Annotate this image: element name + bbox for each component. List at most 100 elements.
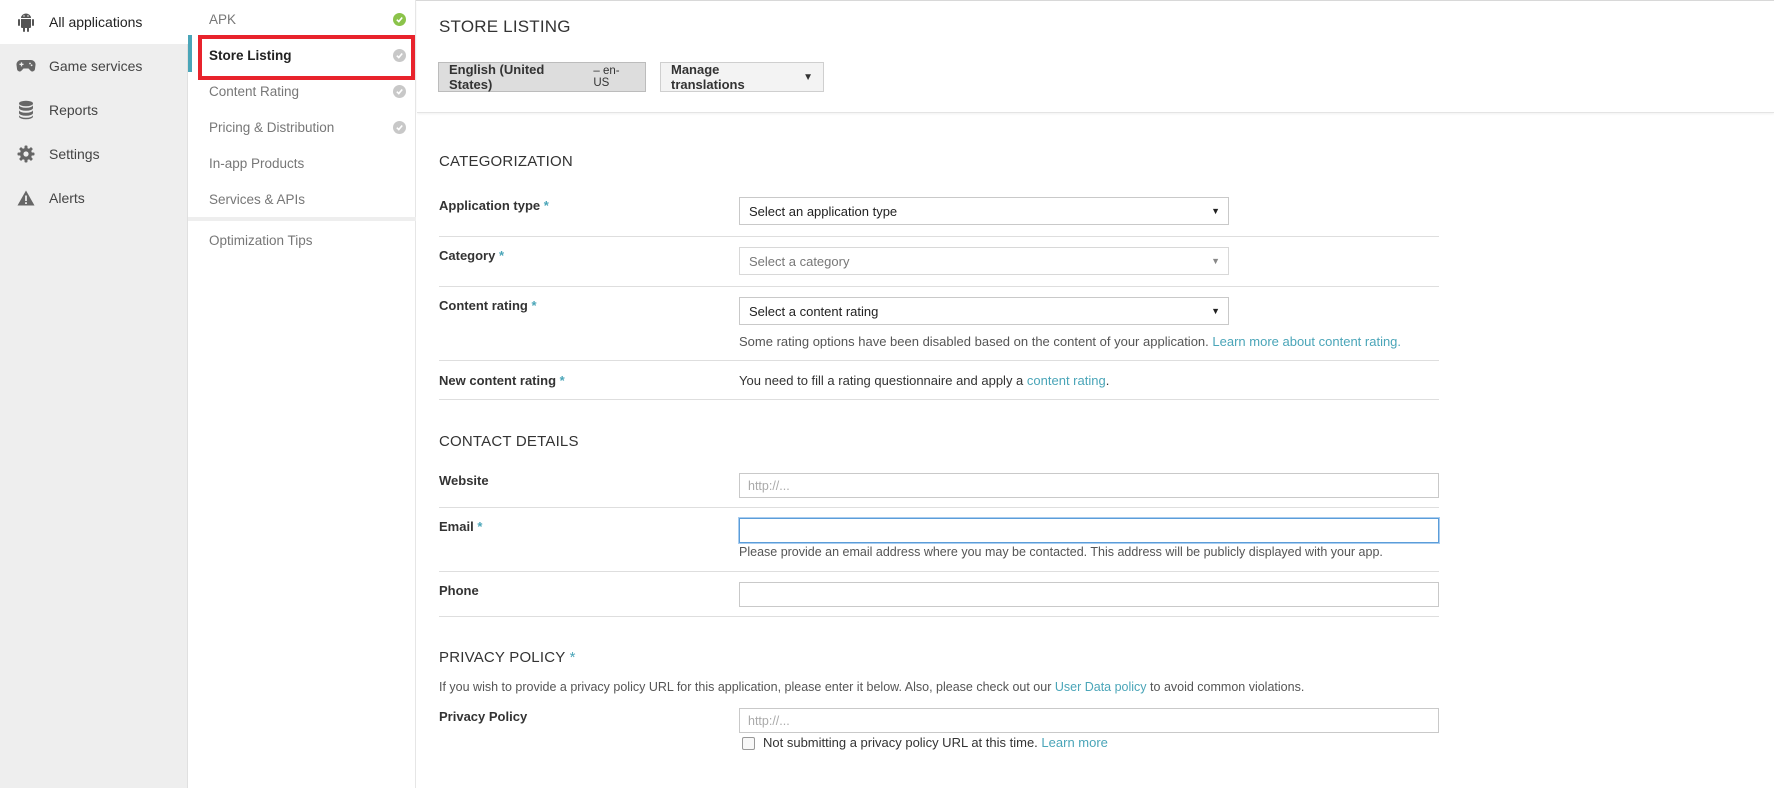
select-value: Select an application type — [749, 203, 898, 219]
required-marker: * — [559, 373, 565, 388]
privacy-policy-input[interactable] — [739, 708, 1439, 733]
label-text: Content rating — [439, 298, 528, 313]
manage-translations-button[interactable]: Manage translations ▼ — [660, 62, 824, 92]
divider — [439, 507, 1439, 508]
privacy-policy-title: PRIVACY POLICY * — [439, 649, 576, 666]
privacy-policy-label: Privacy Policy — [439, 709, 527, 724]
subnav-optimization-tips[interactable]: Optimization Tips — [188, 222, 416, 258]
no-privacy-policy-checkbox[interactable] — [742, 737, 755, 750]
primary-sidebar: All applications Game services Reports S… — [0, 0, 188, 788]
page-title: STORE LISTING — [439, 17, 571, 36]
subnav-pricing-distribution[interactable]: Pricing & Distribution — [188, 109, 416, 145]
new-content-rating-label: New content rating * — [439, 373, 565, 388]
active-section-indicator — [188, 35, 192, 72]
label-text: Phone — [439, 583, 479, 598]
nav-label: Alerts — [49, 190, 85, 206]
learn-more-content-rating-link[interactable]: Learn more about content rating. — [1212, 334, 1401, 349]
complete-check-icon — [393, 13, 406, 26]
incomplete-check-icon — [393, 121, 406, 134]
incomplete-check-icon — [393, 85, 406, 98]
label-text: New content rating — [439, 373, 557, 388]
content-rating-link[interactable]: content rating — [1027, 373, 1106, 388]
divider — [439, 360, 1439, 361]
subnav-store-listing[interactable]: Store Listing — [188, 37, 416, 73]
website-label: Website — [439, 473, 489, 488]
categorization-title: CATEGORIZATION — [439, 153, 573, 170]
info-text: You need to fill a rating questionnaire … — [739, 373, 1024, 388]
punctuation: . — [1105, 373, 1110, 388]
application-type-select[interactable]: Select an application type ▼ — [739, 197, 1229, 225]
label-text: Email — [439, 519, 474, 534]
dropdown-arrow-icon: ▼ — [1211, 206, 1220, 216]
content-rating-select[interactable]: Select a content rating ▼ — [739, 297, 1229, 325]
page-header — [417, 1, 1774, 113]
subnav-services-apis[interactable]: Services & APIs — [188, 181, 416, 217]
content-rating-help: Some rating options have been disabled b… — [739, 334, 1401, 349]
email-label: Email * — [439, 519, 482, 534]
nav-label: All applications — [49, 14, 143, 30]
nav-label: Game services — [49, 58, 143, 74]
category-select[interactable]: Select a category ▼ — [739, 247, 1229, 275]
required-marker: * — [543, 198, 549, 213]
nav-settings[interactable]: Settings — [0, 132, 188, 176]
label-text: Category — [439, 248, 496, 263]
nav-game-services[interactable]: Game services — [0, 44, 188, 88]
manage-translations-label: Manage translations — [671, 62, 745, 92]
nav-label: Settings — [49, 146, 100, 162]
phone-input[interactable] — [739, 582, 1439, 607]
subnav-label: Optimization Tips — [209, 232, 313, 248]
category-label: Category * — [439, 248, 504, 263]
dropdown-arrow-icon: ▼ — [1211, 256, 1220, 266]
subnav-label: Content Rating — [209, 83, 300, 99]
content-rating-label: Content rating * — [439, 298, 537, 313]
database-icon — [15, 99, 37, 121]
subnav-apk[interactable]: APK — [188, 1, 416, 37]
subnav-label: Pricing & Distribution — [209, 119, 335, 135]
subnav-label: In-app Products — [209, 155, 305, 171]
subnav-label: APK — [209, 11, 237, 27]
no-privacy-policy-label: Not submitting a privacy policy URL at t… — [763, 735, 1108, 750]
user-data-policy-link[interactable]: User Data policy — [1055, 680, 1147, 694]
required-marker: * — [531, 298, 537, 313]
website-input[interactable] — [739, 473, 1439, 498]
help-text: Some rating options have been disabled b… — [739, 334, 1209, 349]
required-marker: * — [569, 649, 576, 666]
email-input[interactable] — [739, 518, 1439, 543]
subnav-content-rating[interactable]: Content Rating — [188, 73, 416, 109]
select-value: Select a category — [749, 253, 850, 269]
required-marker: * — [477, 519, 483, 534]
new-content-rating-text: You need to fill a rating questionnaire … — [739, 373, 1109, 388]
language-button[interactable]: English (United States) – en-US — [438, 62, 646, 92]
application-type-label: Application type * — [439, 198, 549, 213]
nav-all-applications[interactable]: All applications — [0, 0, 188, 44]
divider — [439, 236, 1439, 237]
nav-reports[interactable]: Reports — [0, 88, 188, 132]
divider — [439, 286, 1439, 287]
warning-icon — [15, 187, 37, 209]
subnav-label: Store Listing — [209, 47, 292, 63]
gear-icon — [15, 143, 37, 165]
intro-after-text: to avoid common violations. — [1150, 680, 1305, 694]
subnav-in-app-products[interactable]: In-app Products — [188, 145, 416, 181]
contact-details-title: CONTACT DETAILS — [439, 433, 579, 450]
phone-label: Phone — [439, 583, 479, 598]
caret-down-icon: ▼ — [803, 71, 813, 83]
required-marker: * — [498, 248, 505, 263]
android-icon — [15, 11, 37, 33]
subnav-label: Services & APIs — [209, 191, 306, 207]
gamepad-icon — [15, 55, 37, 77]
language-label: English (United States) — [449, 62, 545, 92]
nav-alerts[interactable]: Alerts — [0, 176, 188, 220]
select-value: Select a content rating — [749, 303, 879, 319]
checkbox-label-text: Not submitting a privacy policy URL at t… — [763, 735, 1038, 750]
email-help: Please provide an email address where yo… — [739, 545, 1383, 559]
nav-label: Reports — [49, 102, 99, 118]
app-sections-sidebar: APK Store Listing Content Rating Pricing… — [188, 0, 416, 788]
subnav-divider — [188, 217, 416, 221]
divider — [439, 571, 1439, 572]
divider — [439, 399, 1439, 400]
learn-more-link[interactable]: Learn more — [1041, 735, 1107, 750]
label-text: Privacy Policy — [439, 709, 528, 724]
intro-text: If you wish to provide a privacy policy … — [439, 680, 1052, 694]
section-title-text: PRIVACY POLICY — [439, 649, 566, 666]
